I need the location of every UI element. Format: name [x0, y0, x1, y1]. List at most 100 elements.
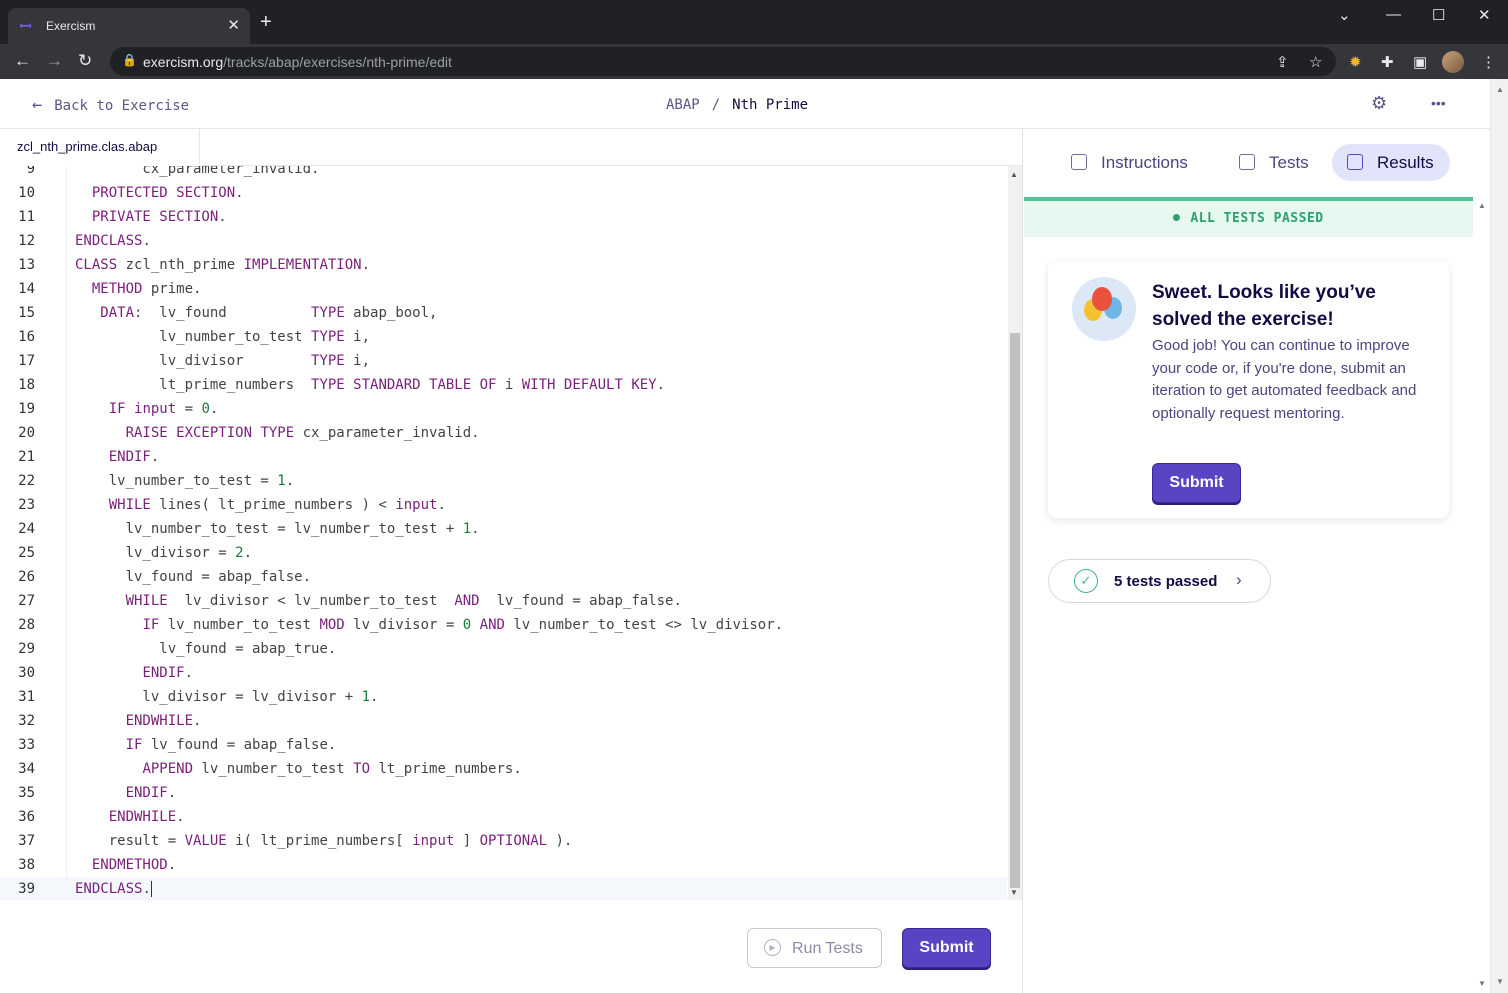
forward-icon[interactable]: →: [46, 51, 63, 71]
run-tests-button[interactable]: ▶ Run Tests: [747, 928, 882, 968]
code-line[interactable]: 31 lv_divisor = lv_divisor + 1.: [0, 685, 1007, 709]
tab-tests-label: Tests: [1269, 153, 1309, 172]
bookmark-star-icon[interactable]: ☆: [1309, 53, 1322, 71]
code-line[interactable]: 10 PROTECTED SECTION.: [0, 181, 1007, 205]
panel-scrollbar[interactable]: ▲ ▼: [1473, 197, 1490, 993]
code-line[interactable]: 33 IF lv_found = abap_false.: [0, 733, 1007, 757]
maximize-icon[interactable]: ☐: [1432, 6, 1445, 24]
line-number: 31: [18, 689, 35, 705]
code-line[interactable]: 32 ENDWHILE.: [0, 709, 1007, 733]
code-line[interactable]: 12 ENDCLASS.: [0, 229, 1007, 253]
panel-divider[interactable]: [1022, 129, 1023, 993]
editor-scrollbar[interactable]: ▲ ▼: [1008, 166, 1022, 900]
code-text: ENDWHILE.: [125, 713, 202, 729]
editor-scroll-thumb[interactable]: [1010, 333, 1020, 888]
line-number: 15: [18, 305, 35, 321]
line-number: 26: [18, 569, 35, 585]
code-text: lv_divisor = lv_divisor + 1.: [75, 689, 379, 705]
card-submit-button[interactable]: Submit: [1152, 463, 1241, 503]
page-scrollbar[interactable]: ▲ ▼: [1490, 79, 1508, 993]
code-line[interactable]: 19 IF input = 0.: [0, 397, 1007, 421]
line-number: 23: [18, 497, 35, 513]
share-icon[interactable]: ⇪: [1276, 53, 1289, 71]
scroll-up-icon[interactable]: ▲: [1010, 170, 1018, 179]
code-line[interactable]: 37 result = VALUE i( lt_prime_numbers[ i…: [0, 829, 1007, 853]
code-line[interactable]: 25 lv_divisor = 2.: [0, 541, 1007, 565]
code-text: ENDIF.: [125, 785, 177, 801]
tab-instructions-label: Instructions: [1101, 153, 1188, 172]
code-line[interactable]: 14 METHOD prime.: [0, 277, 1007, 301]
extension-icon[interactable]: ✹: [1349, 53, 1362, 71]
code-text: RAISE EXCEPTION TYPE cx_parameter_invali…: [125, 425, 480, 441]
line-number: 37: [18, 833, 35, 849]
line-number: 14: [18, 281, 35, 297]
code-line[interactable]: 28 IF lv_number_to_test MOD lv_divisor =…: [0, 613, 1007, 637]
code-text: ENDWHILE.: [108, 809, 185, 825]
more-options-icon[interactable]: •••: [1431, 95, 1446, 111]
url-field[interactable]: 🔒 exercism.org/tracks/abap/exercises/nth…: [110, 47, 1336, 76]
file-tab[interactable]: zcl_nth_prime.clas.abap: [0, 129, 200, 166]
tests-passed-button[interactable]: ✓ 5 tests passed ›: [1048, 559, 1271, 603]
code-line[interactable]: 20 RAISE EXCEPTION TYPE cx_parameter_inv…: [0, 421, 1007, 445]
code-text: result = VALUE i( lt_prime_numbers[ inpu…: [75, 833, 573, 849]
code-line[interactable]: 38 ENDMETHOD.: [0, 853, 1007, 877]
side-panel-icon[interactable]: ▣: [1413, 53, 1427, 71]
submit-button[interactable]: Submit: [902, 928, 991, 968]
lock-icon[interactable]: 🔒: [122, 53, 137, 67]
new-tab-icon[interactable]: +: [260, 12, 272, 32]
code-line[interactable]: 15 DATA: lv_found TYPE abap_bool,: [0, 301, 1007, 325]
code-line[interactable]: 34 APPEND lv_number_to_test TO lt_prime_…: [0, 757, 1007, 781]
menu-kebab-icon[interactable]: ⋮: [1481, 53, 1496, 71]
back-icon[interactable]: ←: [14, 51, 31, 71]
code-line[interactable]: 39 ENDCLASS.: [0, 877, 1007, 900]
code-line[interactable]: 13 CLASS zcl_nth_prime IMPLEMENTATION.: [0, 253, 1007, 277]
code-line[interactable]: 26 lv_found = abap_false.: [0, 565, 1007, 589]
code-line[interactable]: 29 lv_found = abap_true.: [0, 637, 1007, 661]
code-line[interactable]: 35 ENDIF.: [0, 781, 1007, 805]
balloons-icon: [1072, 277, 1136, 341]
code-line[interactable]: 18 lt_prime_numbers TYPE STANDARD TABLE …: [0, 373, 1007, 397]
page-scroll-up-icon[interactable]: ▲: [1496, 85, 1504, 94]
code-text: ENDMETHOD.: [91, 857, 177, 873]
code-line[interactable]: 11 PRIVATE SECTION.: [0, 205, 1007, 229]
line-number: 38: [18, 857, 35, 873]
code-line[interactable]: 24 lv_number_to_test = lv_number_to_test…: [0, 517, 1007, 541]
scroll-down-icon[interactable]: ▼: [1010, 888, 1018, 897]
page-scroll-down-icon[interactable]: ▼: [1496, 977, 1504, 986]
editor-footer: ▶ Run Tests Submit: [0, 900, 1022, 993]
line-number: 30: [18, 665, 35, 681]
tab-instructions[interactable]: Instructions: [1063, 144, 1196, 181]
line-number: 33: [18, 737, 35, 753]
code-text: lv_found = abap_false.: [75, 569, 312, 585]
tab-results[interactable]: Results: [1332, 144, 1450, 181]
code-line[interactable]: 23 WHILE lines( lt_prime_numbers ) < inp…: [0, 493, 1007, 517]
close-window-icon[interactable]: ✕: [1478, 6, 1491, 24]
panel-scroll-down-icon[interactable]: ▼: [1478, 979, 1486, 988]
avatar[interactable]: [1442, 51, 1464, 73]
tab-search-icon[interactable]: ⌄: [1338, 6, 1351, 24]
code-line[interactable]: 27 WHILE lv_divisor < lv_number_to_test …: [0, 589, 1007, 613]
code-line[interactable]: 30 ENDIF.: [0, 661, 1007, 685]
code-line[interactable]: 21 ENDIF.: [0, 445, 1007, 469]
browser-tab[interactable]: ꟷ Exercism ✕: [8, 8, 250, 44]
minimize-icon[interactable]: —: [1386, 6, 1401, 23]
line-number: 9: [26, 166, 35, 177]
code-line[interactable]: 36 ENDWHILE.: [0, 805, 1007, 829]
code-text: WHILE lv_divisor < lv_number_to_test AND…: [125, 593, 682, 609]
back-to-exercise-link[interactable]: ← Back to Exercise: [32, 95, 189, 115]
panel-scroll-up-icon[interactable]: ▲: [1478, 201, 1486, 210]
line-number: 22: [18, 473, 35, 489]
code-editor[interactable]: 9 cx_parameter_invalid. 10 PROTECTED SECT…: [0, 166, 1007, 900]
code-line[interactable]: 16 lv_number_to_test TYPE i,: [0, 325, 1007, 349]
puzzle-icon[interactable]: ✚: [1381, 53, 1394, 71]
gear-icon[interactable]: ⚙: [1371, 93, 1387, 114]
code-text: lv_number_to_test TYPE i,: [75, 329, 371, 345]
close-tab-icon[interactable]: ✕: [227, 16, 240, 34]
code-line[interactable]: 17 lv_divisor TYPE i,: [0, 349, 1007, 373]
tab-tests[interactable]: Tests: [1231, 144, 1317, 181]
line-number: 19: [18, 401, 35, 417]
line-number: 25: [18, 545, 35, 561]
code-line[interactable]: 9 cx_parameter_invalid.: [0, 166, 1007, 181]
reload-icon[interactable]: ↻: [78, 51, 92, 71]
code-line[interactable]: 22 lv_number_to_test = 1.: [0, 469, 1007, 493]
